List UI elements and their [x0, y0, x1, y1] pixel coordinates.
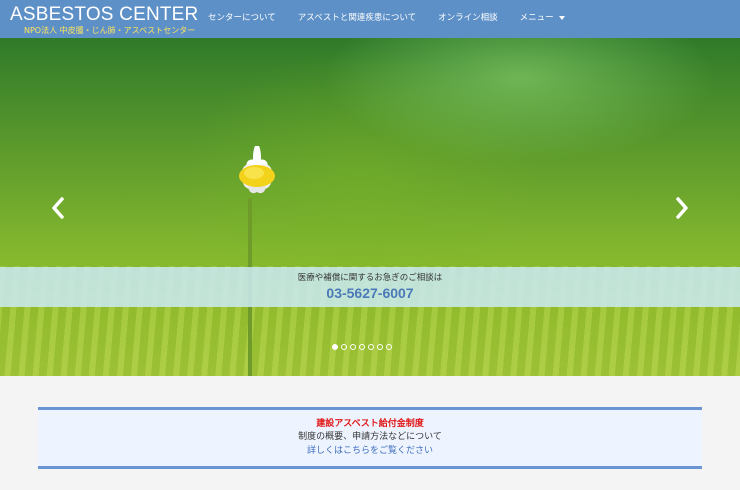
carousel-dot[interactable]: [350, 344, 356, 350]
chevron-right-icon: [676, 197, 688, 219]
carousel-next-arrow[interactable]: [673, 196, 691, 220]
logo-title: ASBESTOS CENTER: [10, 4, 199, 25]
benefit-notice: 建設アスベスト給付金制度 制度の概要、申請方法などについて 詳しくはこちらをご覧…: [38, 407, 702, 469]
consultation-phone[interactable]: 03-5627-6007: [0, 284, 740, 302]
notice-description: 制度の概要、申請方法などについて: [298, 432, 442, 442]
hero-carousel: 医療や補償に関するお急ぎのご相談は 03-5627-6007: [0, 38, 740, 376]
carousel-dot[interactable]: [368, 344, 374, 350]
carousel-prev-arrow[interactable]: [49, 196, 67, 220]
nav-item-asbestos-diseases[interactable]: アスベストと関連疾患について: [298, 11, 416, 23]
site-logo[interactable]: ASBESTOS CENTER NPO法人 中皮腫・じん肺・アスベストセンター: [10, 5, 198, 36]
nav-item-menu-dropdown[interactable]: メニュー: [520, 11, 565, 23]
chevron-left-icon: [52, 197, 64, 219]
carousel-dot[interactable]: [332, 344, 338, 350]
notice-details-link[interactable]: 詳しくはこちらをご覧ください: [38, 444, 702, 458]
nav-menu: センターについて アスベストと関連疾患について オンライン相談 メニュー: [208, 0, 587, 34]
caret-down-icon: [558, 15, 565, 20]
daisy-flower-image: [239, 146, 275, 194]
logo-subtitle: NPO法人 中皮腫・じん肺・アスベストセンター: [24, 26, 196, 35]
nav-item-online-consultation[interactable]: オンライン相談: [438, 11, 498, 23]
carousel-indicators: [332, 344, 395, 350]
nav-item-menu-label: メニュー: [519, 13, 554, 23]
consultation-banner: 医療や補償に関するお急ぎのご相談は 03-5627-6007: [0, 267, 740, 307]
consultation-text: 医療や補償に関するお急ぎのご相談は: [297, 273, 443, 283]
carousel-dot[interactable]: [377, 344, 383, 350]
nav-item-about[interactable]: センターについて: [208, 11, 276, 23]
navbar: ASBESTOS CENTER NPO法人 中皮腫・じん肺・アスベストセンター …: [0, 0, 740, 38]
notice-title: 建設アスベスト給付金制度: [316, 419, 424, 429]
carousel-dot[interactable]: [359, 344, 365, 350]
carousel-dot[interactable]: [341, 344, 347, 350]
carousel-dot[interactable]: [386, 344, 392, 350]
